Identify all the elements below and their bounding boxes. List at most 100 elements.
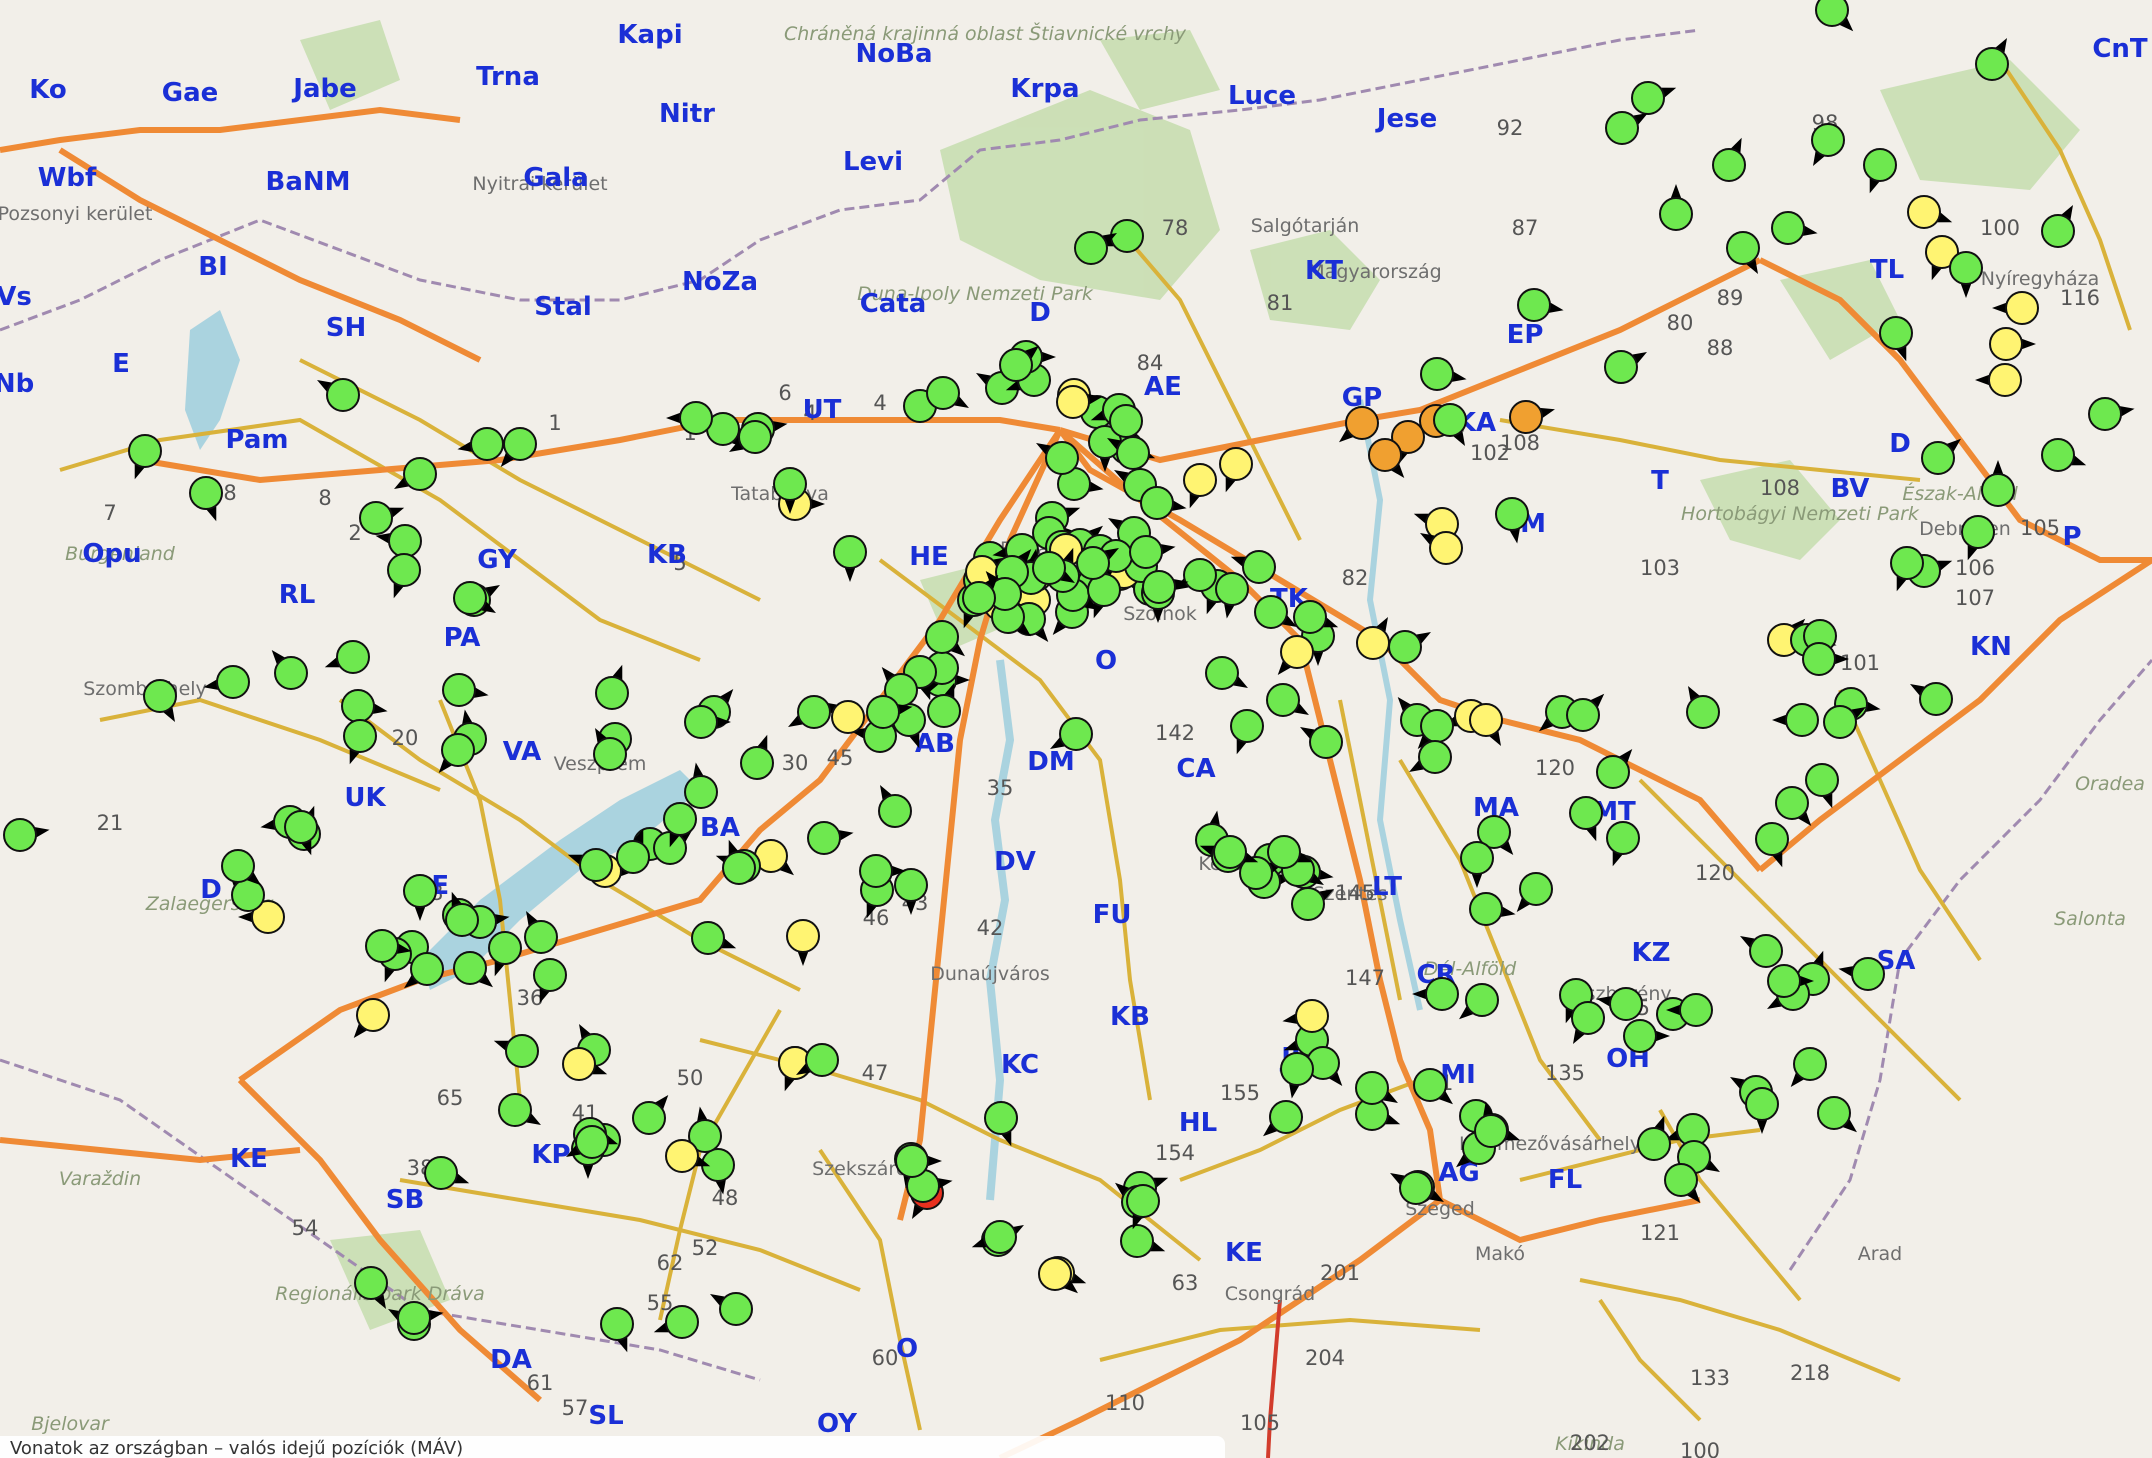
train-marker[interactable]	[1775, 786, 1812, 826]
train-marker[interactable]	[691, 921, 737, 955]
train-dot[interactable]	[1631, 81, 1665, 115]
train-dot[interactable]	[684, 775, 718, 809]
train-marker[interactable]	[1992, 291, 2039, 325]
train-marker[interactable]	[567, 848, 613, 882]
train-dot[interactable]	[143, 679, 177, 713]
train-marker[interactable]	[894, 868, 928, 915]
train-dot[interactable]	[1988, 363, 2022, 397]
train-marker[interactable]	[666, 401, 713, 435]
train-dot[interactable]	[410, 952, 444, 986]
train-marker[interactable]	[1140, 486, 1187, 520]
train-dot[interactable]	[1879, 316, 1913, 350]
train-dot[interactable]	[403, 457, 437, 491]
train-dot[interactable]	[1805, 763, 1839, 797]
train-marker[interactable]	[1509, 400, 1555, 434]
train-marker[interactable]	[1805, 763, 1839, 809]
train-dot[interactable]	[1230, 709, 1264, 743]
train-marker[interactable]	[1263, 1100, 1303, 1137]
train-marker[interactable]	[1910, 682, 1953, 716]
train-dot[interactable]	[1109, 404, 1143, 438]
train-dot[interactable]	[1460, 841, 1494, 875]
train-marker[interactable]	[1355, 1071, 1398, 1105]
train-marker[interactable]	[493, 1034, 539, 1068]
train-dot[interactable]	[895, 1144, 929, 1178]
train-dot[interactable]	[1291, 887, 1325, 921]
train-dot[interactable]	[1949, 251, 1983, 285]
train-dot[interactable]	[719, 1292, 753, 1326]
train-dot[interactable]	[562, 1047, 596, 1081]
train-dot[interactable]	[1126, 1184, 1160, 1218]
train-marker[interactable]	[1469, 703, 1503, 746]
train-marker[interactable]	[1219, 447, 1253, 493]
train-marker[interactable]	[1183, 463, 1217, 509]
train-dot[interactable]	[773, 467, 807, 501]
train-dot[interactable]	[927, 694, 961, 728]
train-dot[interactable]	[859, 854, 893, 888]
train-dot[interactable]	[1368, 438, 1402, 472]
train-marker[interactable]	[1050, 717, 1093, 751]
train-marker[interactable]	[457, 427, 504, 461]
train-marker[interactable]	[754, 839, 794, 876]
train-dot[interactable]	[1215, 572, 1249, 606]
train-dot[interactable]	[1183, 558, 1217, 592]
train-marker[interactable]	[1459, 983, 1499, 1020]
train-dot[interactable]	[740, 746, 774, 780]
train-marker[interactable]	[1981, 460, 2015, 507]
train-dot[interactable]	[1679, 993, 1713, 1027]
train-dot[interactable]	[1267, 835, 1301, 869]
train-marker[interactable]	[1961, 515, 1995, 561]
train-marker[interactable]	[971, 1220, 1017, 1254]
train-dot[interactable]	[1606, 821, 1640, 855]
train-dot[interactable]	[1140, 486, 1174, 520]
train-dot[interactable]	[1686, 695, 1720, 729]
train-dot[interactable]	[1975, 47, 2009, 81]
train-dot[interactable]	[1254, 595, 1288, 629]
train-dot[interactable]	[128, 434, 162, 468]
train-dot[interactable]	[1712, 148, 1746, 182]
train-dot[interactable]	[1242, 550, 1276, 584]
train-dot[interactable]	[1637, 1127, 1671, 1161]
train-marker[interactable]	[1517, 288, 1564, 322]
train-dot[interactable]	[878, 794, 912, 828]
train-marker[interactable]	[1989, 327, 2036, 361]
train-dot[interactable]	[274, 656, 308, 690]
train-marker[interactable]	[2041, 438, 2087, 472]
train-marker[interactable]	[1413, 1068, 1453, 1105]
train-dot[interactable]	[833, 535, 867, 569]
train-marker[interactable]	[203, 665, 250, 699]
train-marker[interactable]	[653, 1305, 699, 1339]
train-dot[interactable]	[1269, 1100, 1303, 1134]
train-dot[interactable]	[2041, 438, 2075, 472]
train-marker[interactable]	[1605, 111, 1648, 145]
train-marker[interactable]	[1686, 686, 1720, 729]
train-marker[interactable]	[2088, 397, 2135, 431]
train-marker[interactable]	[1817, 1096, 1857, 1133]
train-marker[interactable]	[498, 1093, 541, 1127]
train-dot[interactable]	[663, 802, 697, 836]
train-dot[interactable]	[665, 1305, 699, 1339]
train-marker[interactable]	[1712, 137, 1746, 182]
train-marker[interactable]	[317, 378, 360, 412]
train-dot[interactable]	[1356, 626, 1390, 660]
train-marker[interactable]	[1949, 251, 1983, 298]
train-marker[interactable]	[1571, 1001, 1605, 1044]
train-dot[interactable]	[1771, 211, 1805, 245]
train-marker[interactable]	[1129, 535, 1176, 569]
train-dot[interactable]	[595, 676, 629, 710]
train-marker[interactable]	[1664, 1113, 1710, 1147]
train-marker[interactable]	[500, 427, 537, 467]
train-marker[interactable]	[1907, 195, 1953, 229]
train-dot[interactable]	[1495, 497, 1529, 531]
train-marker[interactable]	[1811, 123, 1845, 166]
train-marker[interactable]	[1921, 438, 1961, 475]
train-marker[interactable]	[926, 376, 969, 410]
train-dot[interactable]	[1605, 111, 1639, 145]
train-marker[interactable]	[221, 849, 261, 886]
train-marker[interactable]	[1726, 231, 1760, 274]
train-dot[interactable]	[1056, 385, 1090, 419]
train-dot[interactable]	[1775, 786, 1809, 820]
train-marker[interactable]	[1823, 705, 1866, 739]
train-dot[interactable]	[503, 427, 537, 461]
train-dot[interactable]	[1076, 546, 1110, 580]
train-marker[interactable]	[1300, 725, 1343, 759]
